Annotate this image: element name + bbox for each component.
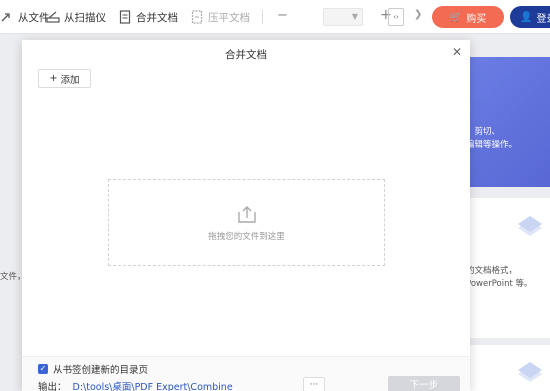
drop-hint-text: 拖拽您的文件到这里 — [208, 231, 285, 242]
zoom-level-select[interactable]: ▼ — [323, 8, 363, 26]
cart-icon: 🛒 — [449, 11, 463, 23]
card-line-1: 的文档格式， — [466, 266, 518, 276]
toolbar-divider — [262, 10, 263, 24]
output-row: 输出： D:\tools\桌面\PDF Expert\Combine — [38, 379, 233, 391]
arrow-icon — [1, 13, 10, 22]
buy-button[interactable]: 🛒 购买 — [432, 6, 504, 28]
fit-page-icon: ‹› — [393, 13, 399, 21]
feature-banner-text: 、剪切、 编辑等操作。 — [466, 126, 517, 152]
feature-card-text: 的文档格式， PowerPoint 等。 — [466, 265, 533, 291]
add-file-button[interactable]: + 添加 — [38, 69, 91, 88]
feature-banner — [463, 57, 550, 187]
from-scanner-button[interactable]: 从扫描仪 — [46, 9, 106, 25]
merge-docs-button[interactable]: 合并文档 — [118, 9, 178, 25]
dialog-title: 合并文档 — [225, 49, 267, 61]
plus-icon: + — [49, 73, 58, 84]
bookmark-option-label: 从书签创建新的目录页 — [53, 365, 149, 376]
user-icon: 👤 — [520, 11, 533, 23]
flatten-document-icon — [191, 10, 203, 24]
from-file-label: 从文件 — [18, 11, 50, 24]
banner-line-2: 编辑等操作。 — [466, 140, 518, 150]
add-file-label: 添加 — [60, 74, 80, 86]
zoom-out-button[interactable]: − — [277, 8, 288, 23]
more-tools-arrow-icon[interactable]: ❯ — [414, 9, 422, 20]
merge-documents-dialog: 合并文档 ✕ + 添加 拖拽您的文件到这里 ✓ 从书签创建新的目录页 输出： D… — [22, 40, 470, 391]
flatten-docs-button[interactable]: 压平文档 — [190, 9, 250, 25]
from-scanner-label: 从扫描仪 — [64, 11, 106, 24]
output-label: 输出： — [38, 382, 67, 391]
scanner-icon — [46, 11, 60, 23]
file-drop-zone[interactable]: 拖拽您的文件到这里 — [108, 179, 385, 266]
document-icon-2 — [518, 362, 542, 382]
browse-output-button[interactable]: ··· — [303, 377, 325, 391]
chevron-down-icon: ▼ — [351, 12, 358, 21]
card-line-2: PowerPoint 等。 — [466, 279, 533, 289]
document-icon — [518, 216, 542, 236]
upload-icon — [237, 205, 256, 223]
main-toolbar: 从文件 从扫描仪 合并文档 压平文档 − ▼ + ‹› ❯ 🛒 购买 👤 登录 — [0, 0, 550, 34]
merge-document-icon — [119, 10, 131, 24]
buy-label: 购买 — [466, 13, 487, 25]
bookmark-option[interactable]: ✓ 从书签创建新的目录页 — [38, 362, 148, 376]
from-file-button[interactable]: 从文件 — [0, 9, 50, 25]
output-path-link[interactable]: D:\tools\桌面\PDF Expert\Combine — [73, 379, 233, 391]
flatten-docs-label: 压平文档 — [208, 11, 250, 24]
close-icon[interactable]: ✕ — [452, 45, 462, 59]
next-button[interactable]: 下一步 — [388, 376, 460, 391]
merge-docs-label: 合并文档 — [136, 11, 178, 24]
fit-page-button[interactable]: ‹› — [388, 8, 404, 26]
dialog-footer: ✓ 从书签创建新的目录页 输出： D:\tools\桌面\PDF Expert\… — [22, 356, 470, 391]
banner-line-1: 、剪切、 — [466, 127, 501, 137]
login-label: 登录 — [536, 13, 550, 25]
login-button[interactable]: 👤 登录 — [510, 6, 550, 28]
checkbox-checked-icon[interactable]: ✓ — [38, 364, 48, 374]
